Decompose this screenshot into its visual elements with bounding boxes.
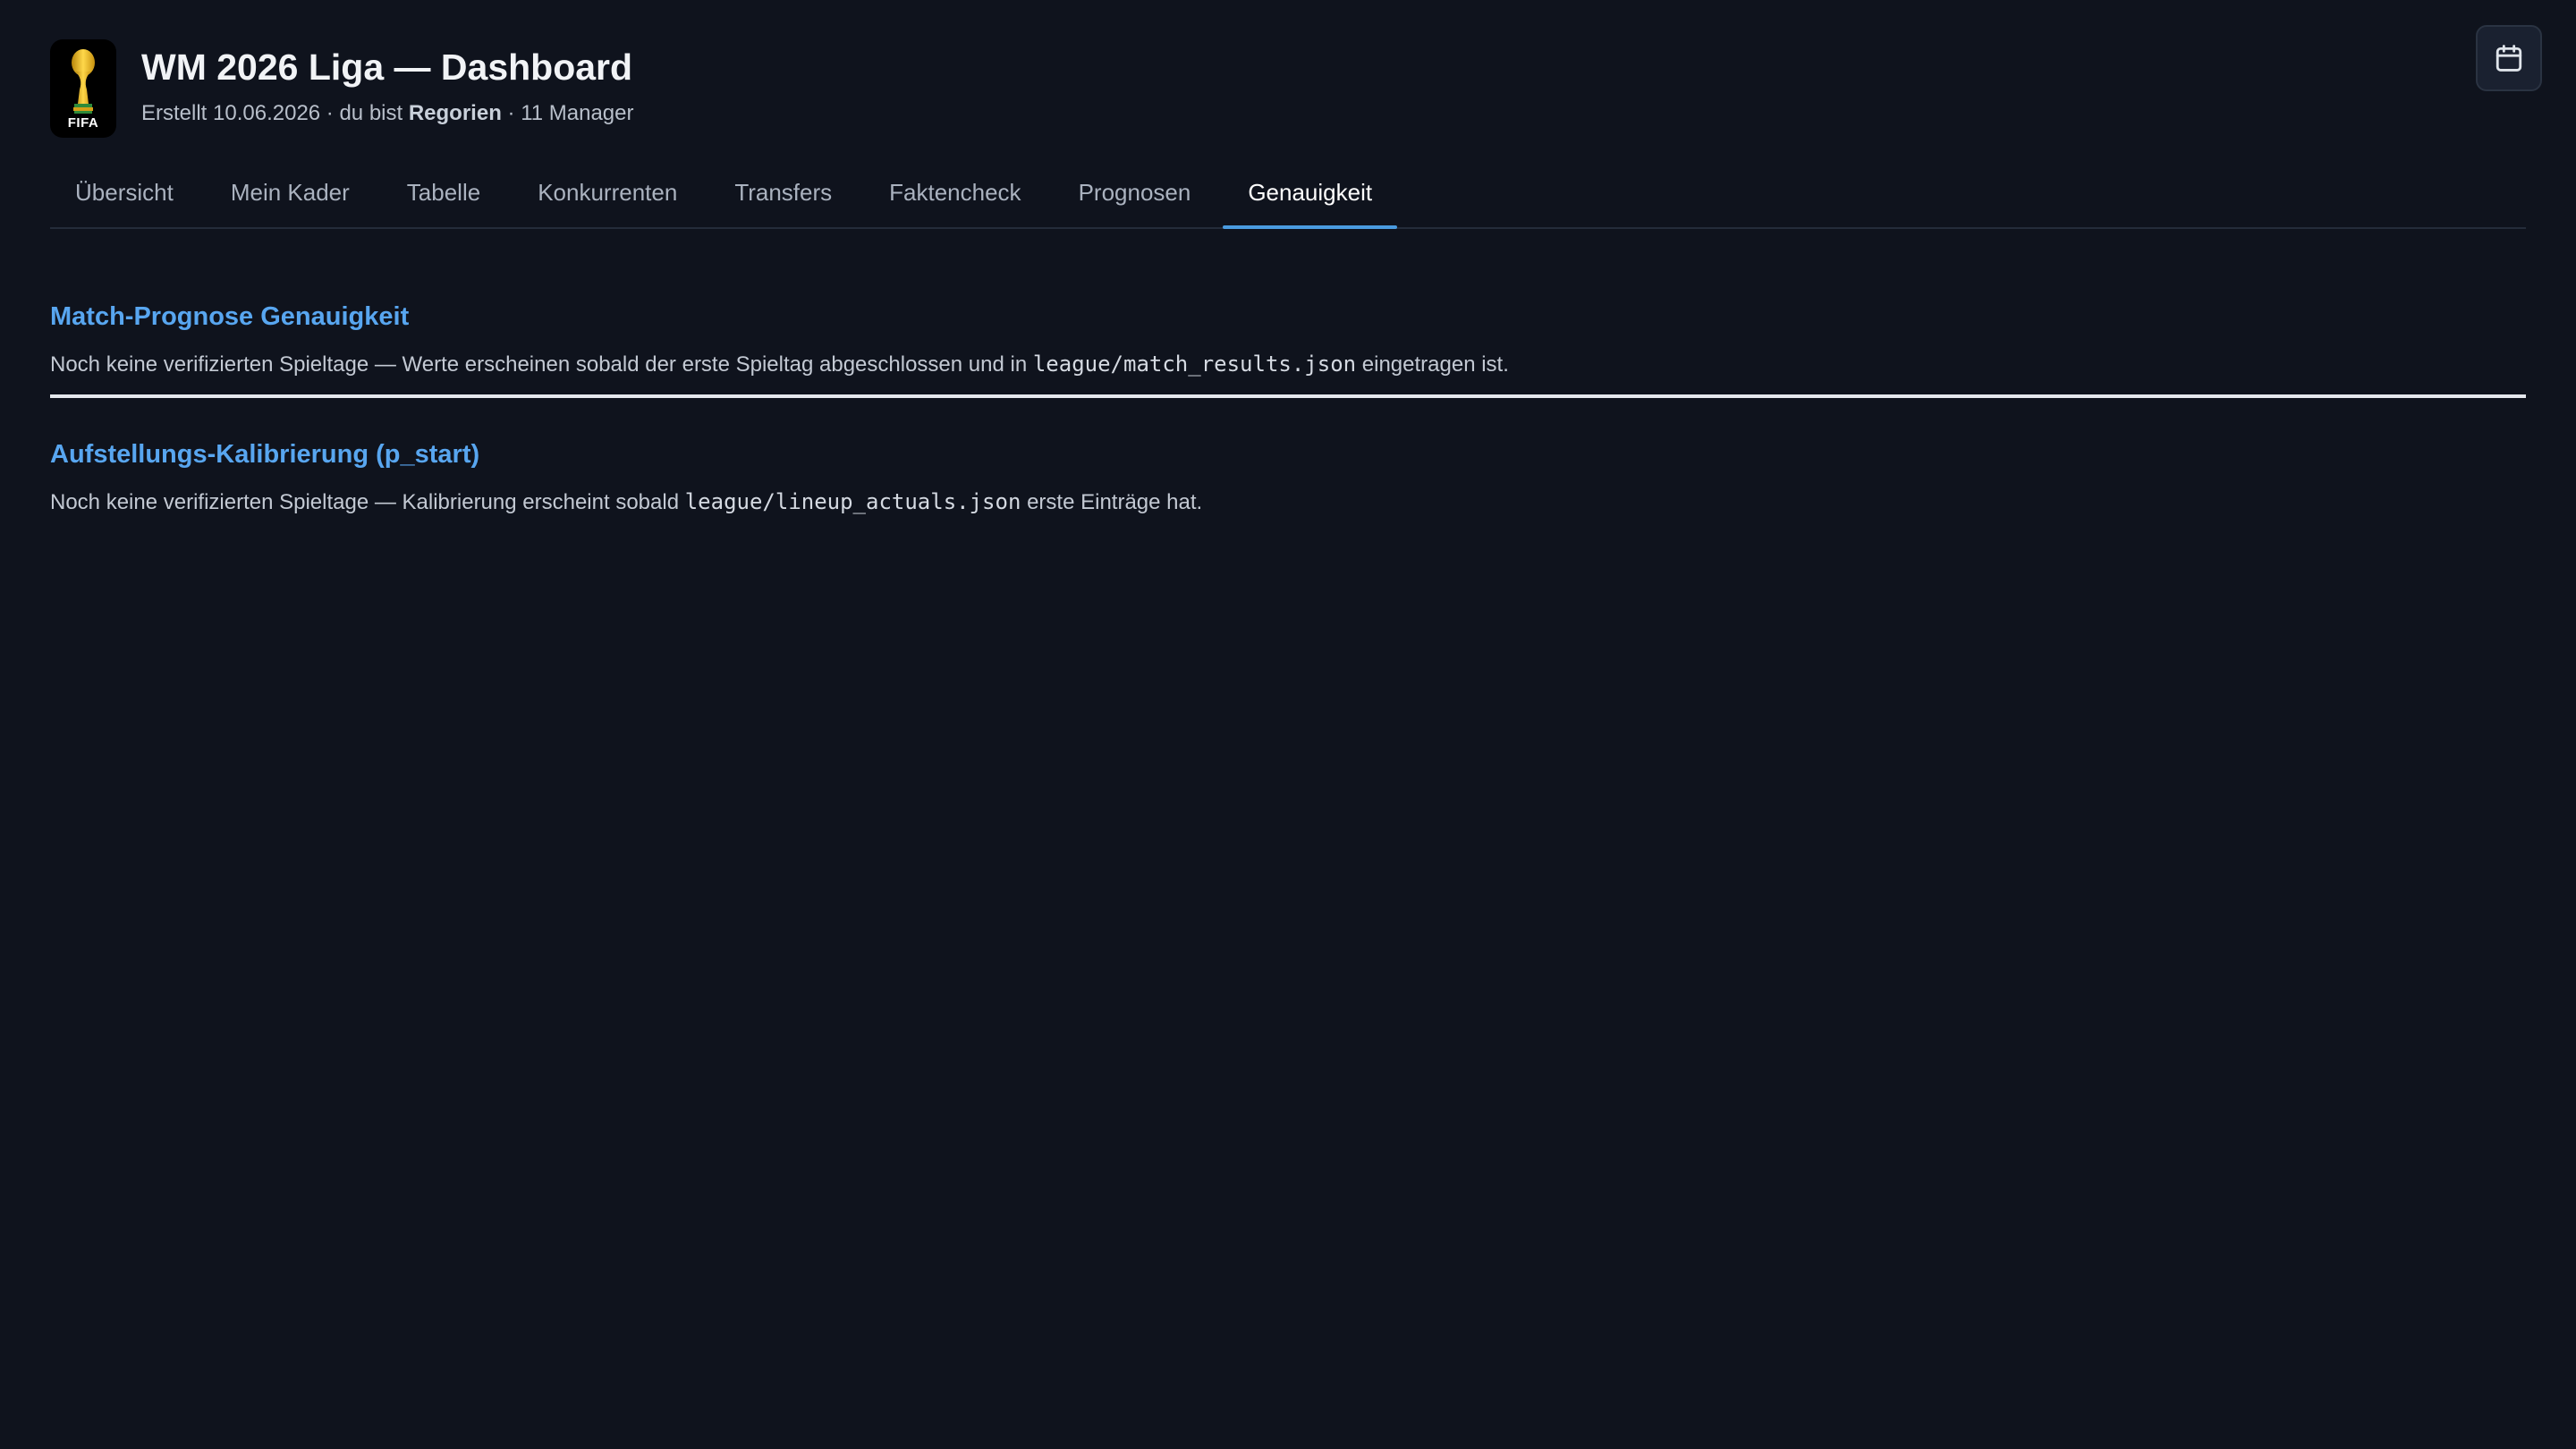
tab-transfers[interactable]: Transfers (709, 166, 857, 227)
tab-faktencheck[interactable]: Faktencheck (864, 166, 1046, 227)
tab-prognosen[interactable]: Prognosen (1054, 166, 1216, 227)
calendar-button[interactable] (2476, 25, 2542, 91)
title-block: WM 2026 Liga — Dashboard Erstellt 10.06.… (141, 39, 634, 126)
match-accuracy-section: Match-Prognose Genauigkeit Noch keine ve… (50, 302, 2526, 377)
match-results-path: league/match_results.json (1032, 352, 1357, 377)
page-title: WM 2026 Liga — Dashboard (141, 47, 633, 88)
match-accuracy-title: Match-Prognose Genauigkeit (50, 302, 410, 331)
tab-mein-kader[interactable]: Mein Kader (206, 166, 375, 227)
match-accuracy-text-before: Noch keine verifizierten Spieltage — Wer… (50, 352, 1033, 377)
section-divider (50, 394, 2526, 398)
match-accuracy-text: Noch keine verifizierten Spieltage — Wer… (50, 352, 2526, 377)
tab-tabelle[interactable]: Tabelle (382, 166, 505, 227)
tab-uebersicht[interactable]: Übersicht (50, 166, 199, 227)
current-user: Regorien (408, 101, 502, 126)
calendar-icon (2496, 45, 2522, 72)
logo-text: FIFA (67, 115, 99, 131)
lineup-calibration-section: Aufstellungs-Kalibrierung (p_start) Noch… (50, 440, 2526, 515)
subtitle-managers: · 11 Manager (501, 101, 634, 126)
lineup-calibration-title: Aufstellungs-Kalibrierung (p_start) (50, 440, 480, 469)
subtitle-created: Erstellt 10.06.2026 · du bist (141, 101, 409, 126)
dashboard-page: FIFA WM 2026 Liga — Dashboard Erstellt 1… (0, 0, 2576, 1449)
lineup-calibration-text-after: erste Einträge hat. (1021, 490, 1203, 514)
match-accuracy-text-after: eingetragen ist. (1356, 352, 1509, 377)
page-subtitle: Erstellt 10.06.2026 · du bist Regorien ·… (141, 101, 634, 126)
lineup-calibration-text: Noch keine verifizierten Spieltage — Kal… (50, 489, 2526, 515)
fifa-trophy-logo: FIFA (50, 39, 116, 138)
tab-bar: Übersicht Mein Kader Tabelle Konkurrente… (50, 166, 2526, 229)
header: FIFA WM 2026 Liga — Dashboard Erstellt 1… (50, 39, 634, 138)
lineup-calibration-text-before: Noch keine verifizierten Spieltage — Kal… (50, 490, 685, 514)
tab-genauigkeit[interactable]: Genauigkeit (1223, 166, 1397, 229)
tab-konkurrenten[interactable]: Konkurrenten (513, 166, 702, 227)
lineup-actuals-path: league/lineup_actuals.json (684, 489, 1021, 514)
